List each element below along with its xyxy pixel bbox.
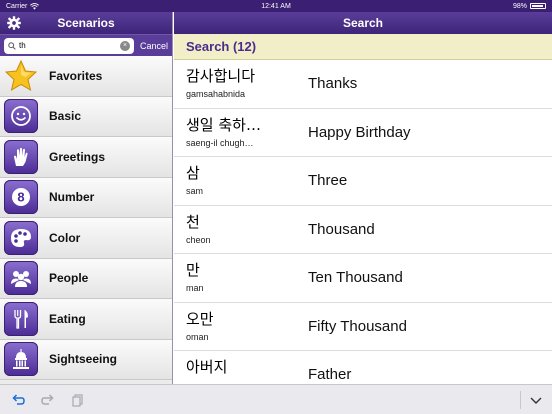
scenarios-panel: Scenarios × Cancel Favorites (0, 12, 173, 384)
toolbar-divider (520, 391, 521, 409)
phrase-romanization: sam (186, 186, 204, 196)
result-count-header: Search (12) (174, 34, 552, 60)
phrase-english: Father (308, 366, 352, 383)
number-icon: 8 (4, 180, 38, 215)
status-right: 98% (513, 3, 546, 10)
phrase-korean: 아버지 (186, 358, 228, 376)
category-label: Favorites (49, 68, 103, 83)
phrase-english: Fifty Thousand (308, 317, 407, 335)
search-panel: Search Search (12) 감사합니다 gamsahabnida Th… (174, 12, 552, 384)
phrase-korean: 감사합니다 (186, 67, 256, 85)
status-left: Carrier (6, 2, 40, 10)
phrase-english: Three (308, 172, 348, 189)
scenarios-title: Scenarios (57, 16, 115, 30)
result-row[interactable]: 감사합니다 gamsahabnida Thanks (174, 60, 552, 109)
category-label: Greetings (49, 149, 106, 164)
status-time: 12:41 AM (261, 2, 291, 10)
category-item-color[interactable]: Color (0, 218, 172, 259)
phrase-english: Happy Birthday (308, 123, 411, 141)
smiley-icon (4, 99, 38, 134)
category-item-eating[interactable]: Eating (0, 299, 172, 340)
battery-percent: 98% (512, 2, 527, 10)
phrase-romanization: man (186, 283, 204, 293)
result-row[interactable]: 아버지 Father (174, 351, 552, 384)
phrase-korean-block: 아버지 (186, 356, 296, 380)
phrase-romanization: gamsahabnida (186, 89, 246, 99)
phrase-korean-block: 만 man (186, 259, 296, 293)
category-item-number[interactable]: 8 Number (0, 177, 172, 218)
phrase-korean: 삼 (186, 164, 200, 182)
phrase-romanization: oman (186, 331, 209, 342)
search-icon (8, 41, 16, 50)
result-row[interactable]: 만 man Ten Thousand (174, 254, 552, 303)
building-icon (4, 342, 38, 377)
clear-search-icon[interactable]: × (119, 40, 130, 51)
category-label: Sightseeing (49, 352, 118, 367)
paste-icon[interactable] (70, 392, 86, 408)
phrase-korean-block: 오만 oman (186, 308, 296, 342)
scenarios-nav-bar: Scenarios (0, 12, 172, 34)
phrase-romanization: cheon (186, 234, 211, 245)
keyboard-toolbar (0, 384, 552, 414)
phrase-english: Ten Thousand (308, 269, 403, 286)
gear-icon[interactable] (6, 15, 22, 31)
result-row[interactable]: 천 cheon Thousand (174, 206, 552, 254)
status-bar: Carrier 12:41 AM 98% (0, 0, 552, 12)
category-item-greetings[interactable]: Greetings (0, 137, 172, 178)
result-row[interactable]: 삼 sam Three (174, 157, 552, 206)
phrase-korean: 천 (186, 212, 200, 231)
category-label: Eating (49, 311, 86, 326)
search-bar: × Cancel (0, 34, 172, 56)
svg-text:8: 8 (17, 190, 24, 205)
wifi-icon (30, 2, 40, 10)
category-item-sightseeing[interactable]: Sightseeing (0, 339, 172, 380)
category-item-people[interactable]: People (0, 258, 172, 299)
star-icon (4, 59, 38, 93)
hide-keyboard-icon[interactable] (528, 392, 544, 408)
phrase-english: Thanks (308, 75, 358, 92)
search-input[interactable] (19, 41, 109, 50)
search-title: Search (174, 12, 552, 34)
category-list: Favorites Basic Greetings 8 Number Color… (0, 56, 172, 380)
phrase-english: Thousand (308, 220, 375, 238)
carrier-label: Carrier (6, 2, 28, 10)
redo-icon[interactable] (40, 392, 56, 408)
result-row[interactable]: 생일 축하… saeng-il chugh… Happy Birthday (174, 109, 552, 157)
people-icon (4, 261, 38, 296)
category-label: Color (49, 230, 81, 245)
category-item-basic[interactable]: Basic (0, 96, 172, 137)
phrase-korean-block: 삼 sam (186, 162, 296, 196)
category-label: Basic (49, 109, 82, 124)
phrase-korean: 오만 (186, 309, 214, 328)
palette-icon (4, 220, 38, 255)
category-label: People (49, 271, 89, 286)
phrase-romanization: saeng-il chugh… (186, 137, 254, 148)
cancel-button[interactable]: Cancel (140, 41, 168, 51)
search-field[interactable]: × (4, 37, 134, 54)
category-item-favorites[interactable]: Favorites (0, 56, 172, 97)
utensils-icon (4, 301, 38, 336)
hand-icon (4, 139, 38, 174)
phrase-korean-block: 생일 축하… saeng-il chugh… (186, 114, 296, 148)
category-label: Number (49, 190, 95, 205)
undo-icon[interactable] (10, 392, 26, 408)
phrase-korean-block: 천 cheon (186, 211, 296, 245)
phrase-korean: 생일 축하… (186, 115, 261, 134)
result-row[interactable]: 오만 oman Fifty Thousand (174, 303, 552, 351)
phrase-korean-block: 감사합니다 gamsahabnida (186, 65, 296, 99)
battery-icon (530, 3, 546, 9)
phrase-korean: 만 (186, 261, 200, 279)
